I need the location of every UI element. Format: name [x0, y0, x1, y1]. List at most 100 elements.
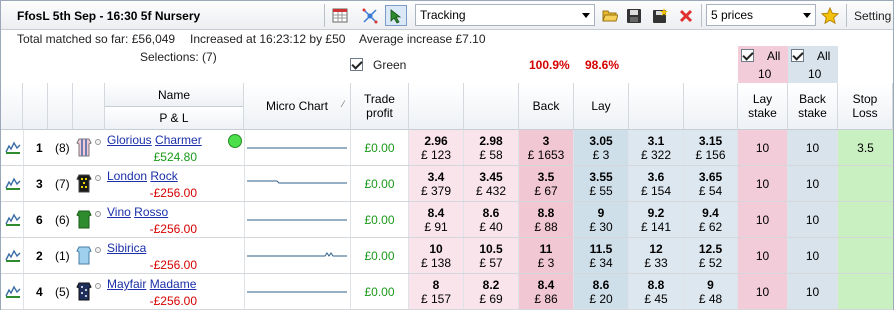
header-trade-profit-line2: profit	[366, 106, 393, 120]
total-matched: Total matched so far: £56,049	[17, 32, 176, 46]
grid-view-icon[interactable]	[329, 5, 351, 26]
back-price-cell[interactable]: 3.5 £ 67	[519, 166, 574, 201]
back-price-cell[interactable]: 8.2 £ 69	[464, 274, 519, 309]
runner-name-second[interactable]: Charmer	[155, 133, 202, 147]
mini-graph-icon[interactable]	[5, 212, 21, 229]
header-back-stake[interactable]: Back stake	[788, 83, 838, 130]
runner-name-second[interactable]: Rosso	[134, 205, 168, 219]
back-price-cell[interactable]: 8.4 £ 86	[519, 274, 574, 309]
back-stake-cell[interactable]: 10	[788, 202, 838, 237]
lay-stake-cell[interactable]: 10	[738, 274, 788, 309]
folder-open-icon[interactable]	[599, 5, 621, 26]
mini-graph-icon[interactable]	[5, 248, 21, 265]
runner-name[interactable]: Sibirica	[107, 241, 146, 255]
status-dot-icon	[95, 211, 101, 217]
close-icon[interactable]	[675, 5, 697, 26]
runner-name[interactable]: Glorious Charmer	[107, 133, 202, 147]
lay-price-cell[interactable]: 8.8 £ 45	[629, 274, 684, 309]
lay-stake-cell[interactable]: 10	[738, 238, 788, 273]
header-back[interactable]: Back	[519, 83, 574, 130]
network-icon[interactable]	[359, 5, 381, 26]
back-price-cell[interactable]: 11 £ 3	[519, 238, 574, 273]
lay-stake-cell[interactable]: 10	[738, 130, 788, 165]
back-price-cell[interactable]: 10 £ 138	[409, 238, 464, 273]
lay-price-cell[interactable]: 12.5 £ 52	[684, 238, 738, 273]
stop-loss-cell[interactable]	[838, 166, 893, 201]
trade-profit-cell[interactable]: £0.00	[351, 130, 409, 165]
back-price-cell[interactable]: 3 £ 1653	[519, 130, 574, 165]
mode-select[interactable]: Tracking	[415, 4, 595, 26]
runner-name-first[interactable]: Vino	[107, 205, 131, 219]
runner-name-second[interactable]: Rock	[150, 169, 177, 183]
back-stake-cell[interactable]: 10	[788, 238, 838, 273]
back-price-cell[interactable]: 3.4 £ 379	[409, 166, 464, 201]
header-trade-profit[interactable]: Trade profit	[351, 83, 409, 130]
prices-select[interactable]: 5 prices	[706, 4, 816, 26]
lay-price-cell[interactable]: 9 £ 48	[684, 274, 738, 309]
all-lay-checkbox[interactable]	[741, 49, 754, 62]
runner-name-first[interactable]: Mayfair	[107, 277, 146, 291]
runner-name[interactable]: Vino Rosso	[107, 205, 168, 219]
header-lay[interactable]: Lay	[574, 83, 629, 130]
runner-name-first[interactable]: Sibirica	[107, 241, 146, 255]
trade-profit-cell[interactable]: £0.00	[351, 274, 409, 309]
lay-price-cell[interactable]: 8.6 £ 20	[574, 274, 629, 309]
back-price-cell[interactable]: 10.5 £ 57	[464, 238, 519, 273]
back-stake-cell[interactable]: 10	[788, 166, 838, 201]
lay-price-cell[interactable]: 3.6 £ 154	[629, 166, 684, 201]
runner-name-first[interactable]: Glorious	[107, 133, 152, 147]
back-stake-cell[interactable]: 10	[788, 130, 838, 165]
trade-profit-cell[interactable]: £0.00	[351, 166, 409, 201]
stop-loss-cell[interactable]	[838, 202, 893, 237]
back-price-cell[interactable]: 8 £ 157	[409, 274, 464, 309]
jockey-silk-icon	[76, 209, 92, 232]
lay-price-cell[interactable]: 9.4 £ 62	[684, 202, 738, 237]
back-stake-cell[interactable]: 10	[788, 274, 838, 309]
all-back-checkbox[interactable]	[791, 49, 804, 62]
back-price-cell[interactable]: 8.4 £ 91	[409, 202, 464, 237]
save-icon[interactable]	[623, 5, 645, 26]
header-name[interactable]: Name	[105, 83, 244, 107]
green-checkbox[interactable]	[350, 58, 363, 71]
all-lay-value: 10	[758, 67, 772, 81]
lay-price-cell[interactable]: 9.2 £ 141	[629, 202, 684, 237]
jockey-silk-icon	[76, 245, 92, 268]
runner-name[interactable]: Mayfair Madame	[107, 277, 196, 291]
runner-name[interactable]: London Rock	[107, 169, 178, 183]
back-price-cell[interactable]: 3.45 £ 432	[464, 166, 519, 201]
header-pnl[interactable]: P & L	[105, 107, 244, 130]
runner-name-first[interactable]: London	[107, 169, 147, 183]
lay-price-cell[interactable]: 3.55 £ 55	[574, 166, 629, 201]
lay-price-cell[interactable]: 3.65 £ 54	[684, 166, 738, 201]
lay-price-cell[interactable]: 9 £ 30	[574, 202, 629, 237]
trade-profit-cell[interactable]: £0.00	[351, 202, 409, 237]
star-icon[interactable]	[819, 5, 841, 26]
stop-loss-cell[interactable]	[838, 238, 893, 273]
save-new-icon[interactable]	[649, 5, 671, 26]
mini-graph-icon[interactable]	[5, 140, 21, 157]
lay-price-cell[interactable]: 3.15 £ 156	[684, 130, 738, 165]
header-lay-stake[interactable]: Lay stake	[738, 83, 788, 130]
lay-price-cell[interactable]: 12 £ 33	[629, 238, 684, 273]
stop-loss-cell[interactable]	[838, 274, 893, 309]
stop-loss-cell[interactable]: 3.5	[838, 130, 893, 165]
runner-name-second[interactable]: Madame	[150, 277, 197, 291]
toolbar: FfosL 5th Sep - 16:30 5f Nursery Trackin…	[1, 1, 893, 30]
mini-graph-icon[interactable]	[5, 176, 21, 193]
back-price-cell[interactable]: 2.96 £ 123	[409, 130, 464, 165]
back-price-cell[interactable]: 8.6 £ 40	[464, 202, 519, 237]
lay-price-cell[interactable]: 11.5 £ 34	[574, 238, 629, 273]
trade-profit-cell[interactable]: £0.00	[351, 238, 409, 273]
settings-button[interactable]: Setting	[854, 9, 891, 23]
back-price-cell[interactable]: 8.8 £ 88	[519, 202, 574, 237]
lay-stake-cell[interactable]: 10	[738, 202, 788, 237]
header-stop-loss[interactable]: Stop Loss	[838, 83, 893, 130]
cursor-arrow-icon[interactable]	[385, 5, 407, 26]
lay-price-cell[interactable]: 3.1 £ 322	[629, 130, 684, 165]
lay-stake-cell[interactable]: 10	[738, 166, 788, 201]
back-price-cell[interactable]: 2.98 £ 58	[464, 130, 519, 165]
market-window: FfosL 5th Sep - 16:30 5f Nursery Trackin…	[0, 0, 894, 310]
header-micro-chart[interactable]: Micro Chart ⁄	[244, 83, 351, 130]
mini-graph-icon[interactable]	[5, 284, 21, 301]
lay-price-cell[interactable]: 3.05 £ 3	[574, 130, 629, 165]
